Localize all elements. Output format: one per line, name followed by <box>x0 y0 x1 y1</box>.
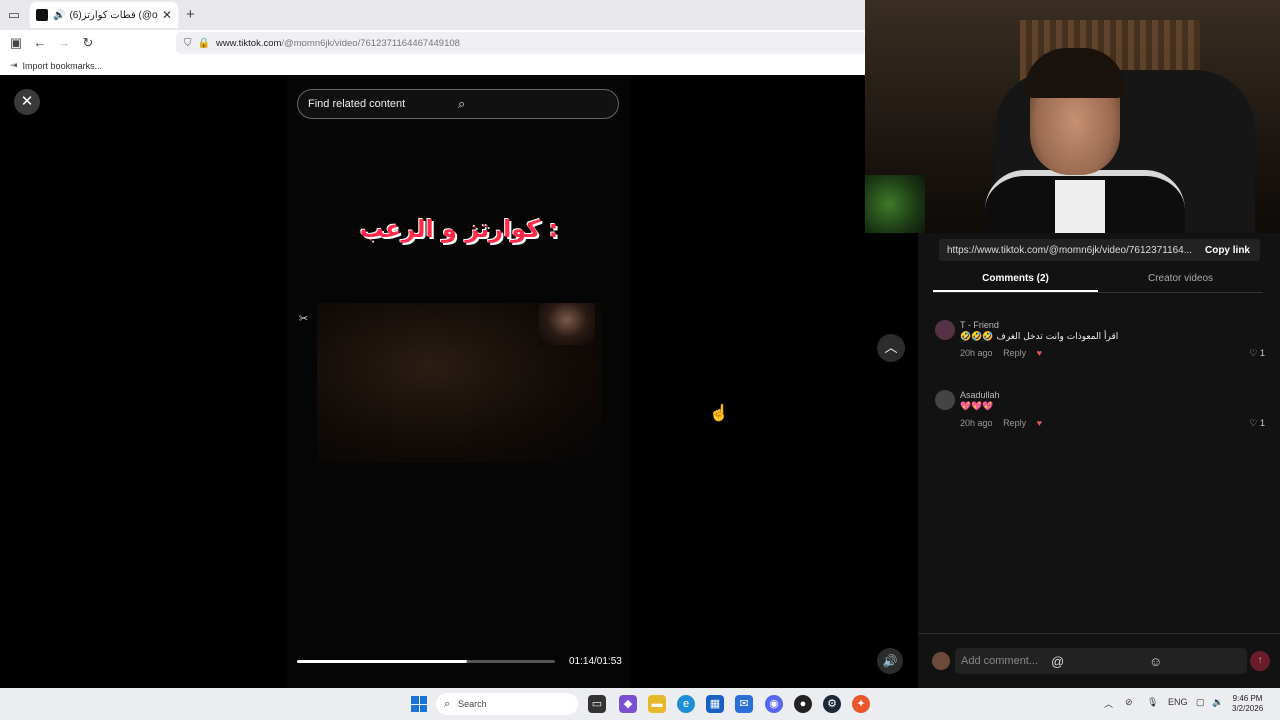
search-icon[interactable]: ⌕ <box>458 96 608 112</box>
network-icon[interactable]: ▢ <box>1196 697 1205 708</box>
url-host: www.tiktok.com <box>215 37 282 49</box>
avatar[interactable] <box>935 390 955 410</box>
browser-tab-active[interactable]: 🔊 (6)قطات كوارتز (@omn6jk ✕ <box>30 2 178 28</box>
outlook-icon[interactable]: ✉ <box>735 695 753 713</box>
like-count: 1 <box>1259 418 1265 428</box>
video-time: 01:14/01:53 <box>569 656 622 667</box>
like-count: 1 <box>1259 348 1265 358</box>
tray-overflow-icon[interactable]: ︿ <box>1104 697 1113 710</box>
reply-button[interactable]: Reply <box>1003 348 1026 358</box>
discord-icon[interactable]: ◉ <box>765 695 783 713</box>
close-tab-icon[interactable]: ✕ <box>162 8 172 22</box>
bookmarks-bar: ⇥ Import bookmarks... <box>0 56 865 75</box>
sidebar-icon[interactable]: ▣ <box>8 35 24 51</box>
background-plant <box>865 175 925 233</box>
capcut-logo-icon: ✂ <box>299 313 309 325</box>
progress-bar[interactable] <box>297 660 555 663</box>
panel-tabs: Comments (2) Creator videos <box>933 269 1263 293</box>
system-clock[interactable]: 9:46 PM 3/2/2026 <box>1232 694 1263 714</box>
language-indicator[interactable]: ENG <box>1168 697 1188 707</box>
forward-icon[interactable]: → <box>56 35 72 50</box>
avatar <box>932 652 950 670</box>
reply-button[interactable]: Reply <box>1003 418 1026 428</box>
back-icon[interactable]: ← <box>32 35 48 50</box>
creator-liked-icon: ♥ <box>1036 418 1042 428</box>
like-button[interactable]: ♡ 1 <box>1249 418 1265 429</box>
file-explorer-icon[interactable]: ▬ <box>648 695 666 713</box>
obs-icon[interactable]: ● <box>794 695 812 713</box>
share-url[interactable]: https://www.tiktok.com/@momn6jk/video/76… <box>939 245 1195 256</box>
tab-creator-videos[interactable]: Creator videos <box>1098 269 1263 292</box>
comment-author[interactable]: Asadullah <box>960 390 1000 400</box>
copy-link-button[interactable]: Copy link <box>1195 245 1260 256</box>
comment-author[interactable]: T - Friend <box>960 320 999 330</box>
tab-comments[interactable]: Comments (2) <box>933 269 1098 292</box>
webcam-overlay <box>865 0 1280 233</box>
comment-meta: 20h ago Reply ♥ <box>960 348 1042 358</box>
tab-title: (6)قطات كوارتز (@omn6jk <box>69 9 158 21</box>
windows-start-icon[interactable] <box>411 696 427 712</box>
copilot-icon[interactable]: ◆ <box>619 695 637 713</box>
video-title-overlay: كوارتز و الرعب : <box>359 215 559 243</box>
tab-bar: ▭ 🔊 (6)قطات كوارتز (@omn6jk ✕ + <box>0 0 865 30</box>
microphone-icon[interactable]: 🎙 <box>1147 697 1158 708</box>
navigation-bar: ▣ ← → ↻ ⛉ 🔒 www.tiktok.com /@momn6jk/vid… <box>0 30 865 56</box>
edge-icon[interactable]: e <box>677 695 695 713</box>
comment-item: Asadullah 💖💖💖 20h ago Reply ♥ ♡ 1 <box>935 390 1265 450</box>
emoji-icon[interactable]: ☺ <box>1149 654 1239 669</box>
comment-meta: 20h ago Reply ♥ <box>960 418 1042 428</box>
browser-chrome: ▭ 🔊 (6)قطات كوارتز (@omn6jk ✕ + ▣ ← → ↻ … <box>0 0 865 75</box>
mouse-cursor-icon: ☝ <box>709 405 729 422</box>
streamer-thumbnail <box>539 303 595 345</box>
address-bar[interactable]: ⛉ 🔒 www.tiktok.com /@momn6jk/video/76123… <box>176 32 865 54</box>
add-comment-bar: Add comment... @ ☺ ↑ <box>918 633 1280 688</box>
progress-fill <box>297 660 467 663</box>
creator-liked-icon: ♥ <box>1036 348 1042 358</box>
streamer-shirt <box>1055 180 1105 233</box>
lock-icon[interactable]: 🔒 <box>198 38 210 49</box>
avatar[interactable] <box>935 320 955 340</box>
tiktok-favicon-icon <box>36 9 48 21</box>
search-placeholder: Find related content <box>308 98 406 110</box>
share-link-row: https://www.tiktok.com/@momn6jk/video/76… <box>939 239 1260 261</box>
mention-icon[interactable]: @ <box>1051 654 1141 669</box>
send-comment-button[interactable]: ↑ <box>1250 651 1270 671</box>
comments-panel: https://www.tiktok.com/@momn6jk/video/76… <box>918 233 1280 688</box>
import-icon: ⇥ <box>10 60 18 70</box>
windows-taskbar: ⌕ Search ▭ ◆ ▬ e ▦ ✉ ◉ ● ⚙ ✦ ︿ ⊘ 🎙 ENG ▢… <box>0 688 1280 720</box>
new-tab-button[interactable]: + <box>186 6 195 23</box>
store-icon[interactable]: ▦ <box>706 695 724 713</box>
add-comment-input[interactable]: Add comment... @ ☺ <box>955 648 1247 674</box>
comment-time: 20h ago <box>960 418 993 428</box>
url-path: /@momn6jk/video/7612371164467449108 <box>281 37 460 49</box>
speaker-icon[interactable]: 🔊 <box>53 10 65 21</box>
comment-time: 20h ago <box>960 348 993 358</box>
like-button[interactable]: ♡ 1 <box>1249 348 1265 359</box>
related-search-input[interactable]: Find related content ⌕ <box>297 89 619 119</box>
comment-text: 💖💖💖 <box>960 402 994 412</box>
clock-date: 3/2/2026 <box>1232 704 1264 713</box>
volume-icon[interactable]: 🔉 <box>1212 697 1223 708</box>
close-video-button[interactable]: ✕ <box>14 89 40 115</box>
tab-list-icon[interactable]: ▭ <box>6 7 22 23</box>
clock-time: 9:46 PM <box>1232 694 1263 703</box>
taskbar-search-label: Search <box>458 699 487 709</box>
reload-icon[interactable]: ↻ <box>80 35 96 51</box>
search-icon: ⌕ <box>444 697 451 710</box>
video-player[interactable]: Find related content ⌕ كوارتز و الرعب : … <box>287 75 631 688</box>
task-view-icon[interactable]: ▭ <box>588 695 606 713</box>
shield-icon[interactable]: ⛉ <box>184 38 192 49</box>
import-bookmarks-link[interactable]: Import bookmarks... <box>23 61 103 71</box>
tray-app-icon[interactable]: ⊘ <box>1125 697 1133 708</box>
previous-video-button[interactable]: ︿ <box>877 334 905 362</box>
volume-button[interactable]: 🔊 <box>877 648 903 674</box>
comment-text: 🤣🤣🤣 اقرأ المعوذات وانت تدخل الغرف <box>960 332 1119 342</box>
firefox-icon[interactable]: ✦ <box>852 695 870 713</box>
comment-item: T - Friend 🤣🤣🤣 اقرأ المعوذات وانت تدخل ا… <box>935 320 1265 380</box>
taskbar-search[interactable]: ⌕ Search <box>436 693 578 715</box>
steam-icon[interactable]: ⚙ <box>823 695 841 713</box>
add-comment-placeholder: Add comment... <box>961 655 1039 667</box>
